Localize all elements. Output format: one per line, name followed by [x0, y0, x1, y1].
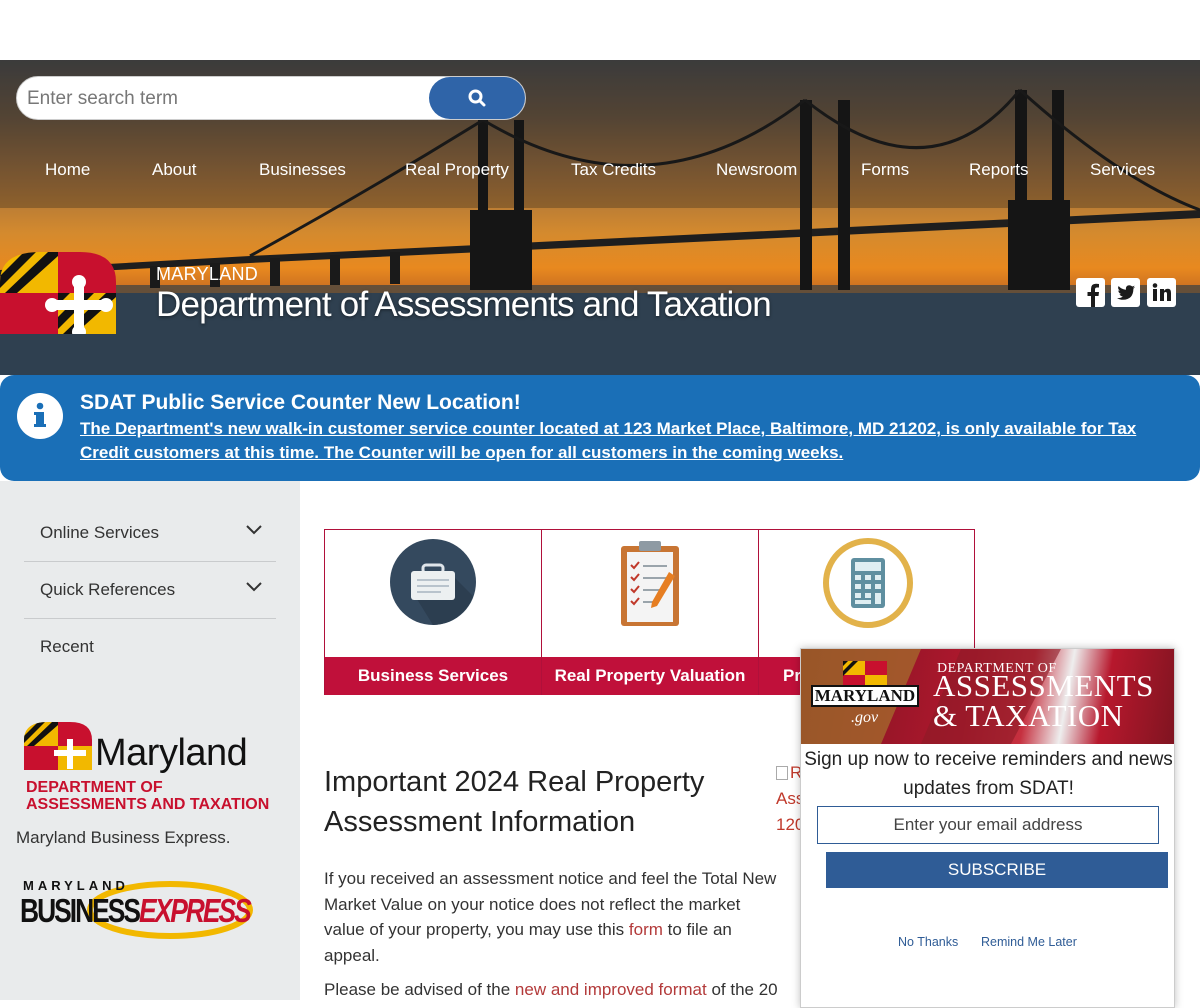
search-button[interactable]: [429, 77, 525, 119]
appeal-form-link[interactable]: form: [629, 920, 663, 939]
new-format-link[interactable]: new and improved format: [515, 980, 707, 999]
maryland-wordmark: Maryland: [95, 732, 248, 774]
popup-gov: .gov: [851, 709, 879, 726]
tile-real-property-valuation[interactable]: Real Property Valuation: [542, 530, 759, 695]
appeal-paragraph: If you received an assessment notice and…: [324, 869, 777, 965]
sidebar-item-online-services[interactable]: Online Services: [24, 505, 276, 562]
remind-later-link[interactable]: Remind Me Later: [981, 935, 1077, 949]
sidebar-item-label: Online Services: [40, 523, 160, 542]
clipboard-icon: [621, 541, 679, 626]
chevron-down-icon: [246, 582, 262, 592]
business-express-text: Maryland Business Express.: [16, 828, 231, 847]
nav-tax-credits[interactable]: Tax Credits: [571, 160, 656, 180]
main-nav: Home About Businesses Real Property Tax …: [0, 160, 1200, 184]
popup-md-badge: MARYLAND: [811, 685, 919, 707]
maryland-flag-logo[interactable]: [0, 252, 118, 334]
tile-label: Real Property Valuation: [542, 657, 758, 695]
chevron-down-icon: [246, 525, 262, 535]
top-whitespace: [0, 0, 1200, 60]
sidebar-item-label: Quick References: [40, 580, 176, 599]
nav-home[interactable]: Home: [45, 160, 90, 180]
calculator-icon: [822, 538, 913, 628]
sidebar-item-recent[interactable]: Recent: [24, 619, 276, 675]
briefcase-icon: [390, 539, 476, 625]
nav-services[interactable]: Services: [1090, 160, 1155, 180]
nav-reports[interactable]: Reports: [969, 160, 1029, 180]
sidebar-item-label: Recent: [40, 637, 94, 656]
email-field[interactable]: [817, 806, 1159, 844]
no-thanks-link[interactable]: No Thanks: [898, 935, 958, 949]
info-icon: [17, 393, 63, 439]
broken-image-icon: [776, 766, 788, 780]
newsletter-popup: MARYLAND .gov DEPARTMENT OF ASSESSMENTS …: [800, 648, 1175, 1008]
page-heading: Important 2024 Real Property Assessment …: [324, 766, 705, 838]
search-icon: [468, 89, 486, 107]
sidebar-item-quick-references[interactable]: Quick References: [24, 562, 276, 619]
maryland-logo-flag[interactable]: [24, 722, 94, 770]
linkedin-icon[interactable]: [1147, 278, 1176, 307]
twitter-icon[interactable]: [1111, 278, 1140, 307]
nav-newsroom[interactable]: Newsroom: [716, 160, 797, 180]
maryland-dept-name: DEPARTMENT OF ASSESSMENTS AND TAXATION: [26, 779, 270, 813]
nav-forms[interactable]: Forms: [861, 160, 909, 180]
format-paragraph: Please be advised of the new and improve…: [324, 980, 778, 999]
tile-label: Business Services: [325, 657, 541, 695]
business-express-logo[interactable]: MARYLAND BUSINESSEXPRESS: [20, 876, 255, 944]
subscribe-button[interactable]: SUBSCRIBE: [826, 852, 1168, 888]
brand-title: Department of Assessments and Taxation: [156, 285, 772, 324]
tile-business-services[interactable]: Business Services: [325, 530, 542, 695]
alert-title: SDAT Public Service Counter New Location…: [80, 391, 521, 414]
alert-banner: SDAT Public Service Counter New Location…: [0, 375, 1200, 481]
popup-banner: MARYLAND .gov DEPARTMENT OF ASSESSMENTS …: [801, 649, 1174, 744]
nav-about[interactable]: About: [152, 160, 196, 180]
popup-banner-title: ASSESSMENTS & TAXATION: [933, 668, 1154, 733]
search-bar: [16, 76, 526, 120]
nav-businesses[interactable]: Businesses: [259, 160, 346, 180]
alert-link[interactable]: The Department's new walk-in customer se…: [80, 417, 1140, 465]
brand-state: MARYLAND: [156, 264, 259, 284]
nav-real-property[interactable]: Real Property: [405, 160, 509, 180]
search-input[interactable]: [25, 83, 429, 115]
popup-message: Sign up now to receive reminders and new…: [804, 749, 1173, 799]
facebook-icon[interactable]: [1076, 278, 1105, 307]
